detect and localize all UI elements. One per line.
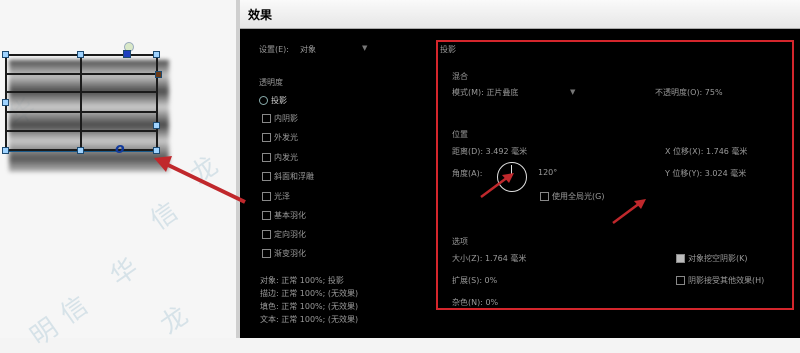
checkbox-icon[interactable] bbox=[540, 192, 549, 201]
checkbox-icon[interactable] bbox=[259, 96, 268, 105]
summary-line: 文本: 正常 100%; (无效果) bbox=[260, 315, 359, 324]
watermark-char: 华 bbox=[105, 252, 144, 293]
chevron-down-icon[interactable]: ▼ bbox=[362, 44, 367, 52]
transparency-label[interactable]: 透明度 bbox=[259, 77, 283, 88]
checkbox-icon[interactable] bbox=[262, 211, 271, 220]
distance-field[interactable]: 距离(D): 3.492 毫米 bbox=[452, 146, 527, 157]
use-global-light-label: 使用全局光(G) bbox=[552, 192, 605, 201]
resize-handle-sw[interactable] bbox=[2, 147, 9, 154]
preset-dropdown[interactable]: 对象 bbox=[300, 44, 316, 55]
summary-line: 描边: 正常 100%; (无效果) bbox=[260, 289, 359, 298]
panel-title: 投影 bbox=[440, 45, 456, 54]
table-column-rule bbox=[156, 54, 158, 152]
blend-mode-select[interactable]: 模式(M): 正片叠底 bbox=[452, 87, 518, 98]
checkbox-icon[interactable] bbox=[262, 192, 271, 201]
y-offset-field[interactable]: Y 位移(Y): 3.024 毫米 bbox=[665, 168, 746, 179]
checkbox-icon[interactable] bbox=[262, 133, 271, 142]
effect-item-gradient-feather[interactable]: 渐变羽化 bbox=[262, 248, 306, 259]
summary-line: 填色: 正常 100%; (无效果) bbox=[260, 302, 359, 311]
effect-label: 渐变羽化 bbox=[274, 249, 306, 258]
annotation-arrow-to-angle bbox=[480, 173, 514, 199]
position-section-label: 位置 bbox=[452, 130, 468, 139]
overset-marker-icon: o bbox=[115, 141, 125, 157]
chevron-down-icon[interactable]: ▼ bbox=[570, 88, 575, 96]
blend-section-label: 混合 bbox=[452, 72, 468, 81]
resize-handle-nw[interactable] bbox=[2, 51, 9, 58]
options-section-label: 选项 bbox=[452, 237, 468, 246]
checkbox-icon[interactable] bbox=[262, 153, 271, 162]
effect-label: 定向羽化 bbox=[274, 230, 306, 239]
effect-item-inner-glow[interactable]: 内发光 bbox=[262, 152, 298, 163]
resize-handle-n[interactable] bbox=[77, 51, 84, 58]
knockout-shadow-label: 对象挖空阴影(K) bbox=[688, 254, 748, 263]
honor-effects-label: 阴影接受其他效果(H) bbox=[688, 276, 765, 285]
checkbox-icon[interactable] bbox=[262, 114, 271, 123]
annotation-arrow-to-offsets bbox=[612, 199, 646, 225]
honor-effects-checkbox[interactable]: 阴影接受其他效果(H) bbox=[676, 275, 764, 286]
watermark-char: 明 bbox=[25, 312, 64, 353]
resize-handle-s[interactable] bbox=[77, 147, 84, 154]
effect-item-bevel-emboss[interactable]: 斜面和浮雕 bbox=[262, 171, 314, 182]
effect-item-satin[interactable]: 光泽 bbox=[262, 191, 290, 202]
checkbox-icon[interactable] bbox=[676, 276, 685, 285]
resize-handle-w[interactable] bbox=[2, 99, 9, 106]
checkbox-icon[interactable] bbox=[262, 230, 271, 239]
annotation-arrow-to-table bbox=[154, 156, 246, 204]
table-column-rule bbox=[80, 54, 82, 152]
use-global-light-checkbox[interactable]: 使用全局光(G) bbox=[540, 191, 604, 202]
effect-item-outer-glow[interactable]: 外发光 bbox=[262, 132, 298, 143]
effect-label: 斜面和浮雕 bbox=[274, 172, 314, 181]
summary-line: 对象: 正常 100%; 投影 bbox=[260, 276, 344, 285]
x-offset-field[interactable]: X 位移(X): 1.746 毫米 bbox=[665, 146, 747, 157]
spread-field[interactable]: 扩展(S): 0% bbox=[452, 275, 497, 286]
dialog-title: 效果 bbox=[248, 7, 273, 22]
knockout-shadow-checkbox[interactable]: 对象挖空阴影(K) bbox=[676, 253, 748, 264]
size-field[interactable]: 大小(Z): 1.764 毫米 bbox=[452, 253, 526, 264]
effect-item-drop-shadow[interactable]: 投影 bbox=[259, 95, 287, 106]
checkbox-icon[interactable] bbox=[262, 172, 271, 181]
preset-label: 设置(E): bbox=[259, 45, 289, 54]
dialog-titlebar[interactable]: 效果 bbox=[240, 0, 800, 29]
effect-label: 基本羽化 bbox=[274, 211, 306, 220]
watermark-char: 信 bbox=[55, 290, 94, 331]
effect-item-directional-feather[interactable]: 定向羽化 bbox=[262, 229, 306, 240]
resize-handle-e[interactable] bbox=[153, 122, 160, 129]
noise-field[interactable]: 杂色(N): 0% bbox=[452, 297, 498, 308]
angle-field[interactable]: 120° bbox=[538, 168, 557, 177]
effect-label: 光泽 bbox=[274, 192, 290, 201]
resize-handle-top-marker[interactable] bbox=[123, 50, 131, 58]
checkbox-icon[interactable] bbox=[262, 249, 271, 258]
watermark-char: 龙 bbox=[155, 300, 194, 341]
effect-label: 内阴影 bbox=[274, 114, 298, 123]
effect-label: 内发光 bbox=[274, 153, 298, 162]
effect-label: 外发光 bbox=[274, 133, 298, 142]
table-out-port[interactable] bbox=[155, 71, 162, 78]
opacity-field[interactable]: 不透明度(O): 75% bbox=[655, 87, 723, 98]
selected-table[interactable] bbox=[2, 50, 169, 172]
resize-handle-ne[interactable] bbox=[153, 51, 160, 58]
effect-item-inner-shadow[interactable]: 内阴影 bbox=[262, 113, 298, 124]
effect-item-basic-feather[interactable]: 基本羽化 bbox=[262, 210, 306, 221]
effect-label: 投影 bbox=[271, 96, 287, 105]
checkbox-icon[interactable] bbox=[676, 254, 685, 263]
